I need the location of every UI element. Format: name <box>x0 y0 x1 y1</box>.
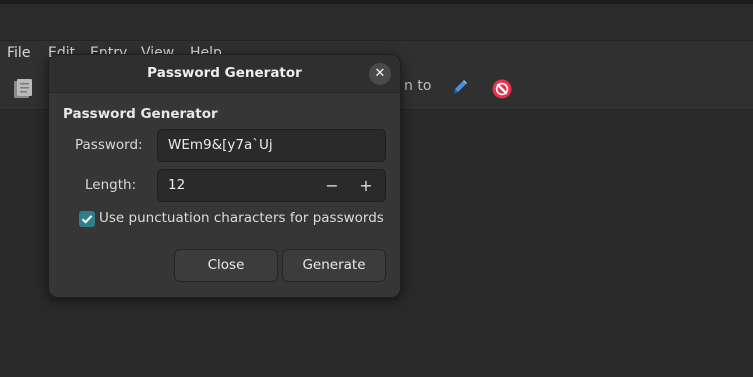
length-spinbutton[interactable]: 12 − + <box>157 169 386 202</box>
length-label: Length: <box>85 177 137 193</box>
password-generator-dialog: Password Generator ✕ Password Generator … <box>48 54 401 298</box>
dialog-title: Password Generator <box>147 65 302 81</box>
close-icon[interactable]: ✕ <box>369 63 391 85</box>
section-title: Password Generator <box>63 106 218 122</box>
document-icon[interactable] <box>12 78 34 100</box>
password-label: Password: <box>75 137 143 153</box>
menu-file[interactable]: File <box>7 45 30 61</box>
generate-button[interactable]: Generate <box>282 249 386 282</box>
window-titlebar <box>0 0 753 40</box>
increment-button[interactable]: + <box>351 170 381 201</box>
punctuation-checkbox[interactable] <box>79 211 95 227</box>
check-icon <box>81 215 93 224</box>
password-value: WEm9&[y7a`Uj <box>168 137 273 153</box>
close-button[interactable]: Close <box>174 249 278 282</box>
password-field[interactable]: WEm9&[y7a`Uj <box>157 129 386 162</box>
punctuation-label: Use punctuation characters for passwords <box>99 210 384 226</box>
toolbar-partial-label: n to <box>404 78 432 94</box>
length-value: 12 <box>168 177 186 193</box>
pencil-icon[interactable] <box>451 78 469 100</box>
dialog-header: Password Generator ✕ <box>49 55 400 93</box>
decrement-button[interactable]: − <box>317 170 347 201</box>
no-entry-icon[interactable] <box>491 78 513 104</box>
